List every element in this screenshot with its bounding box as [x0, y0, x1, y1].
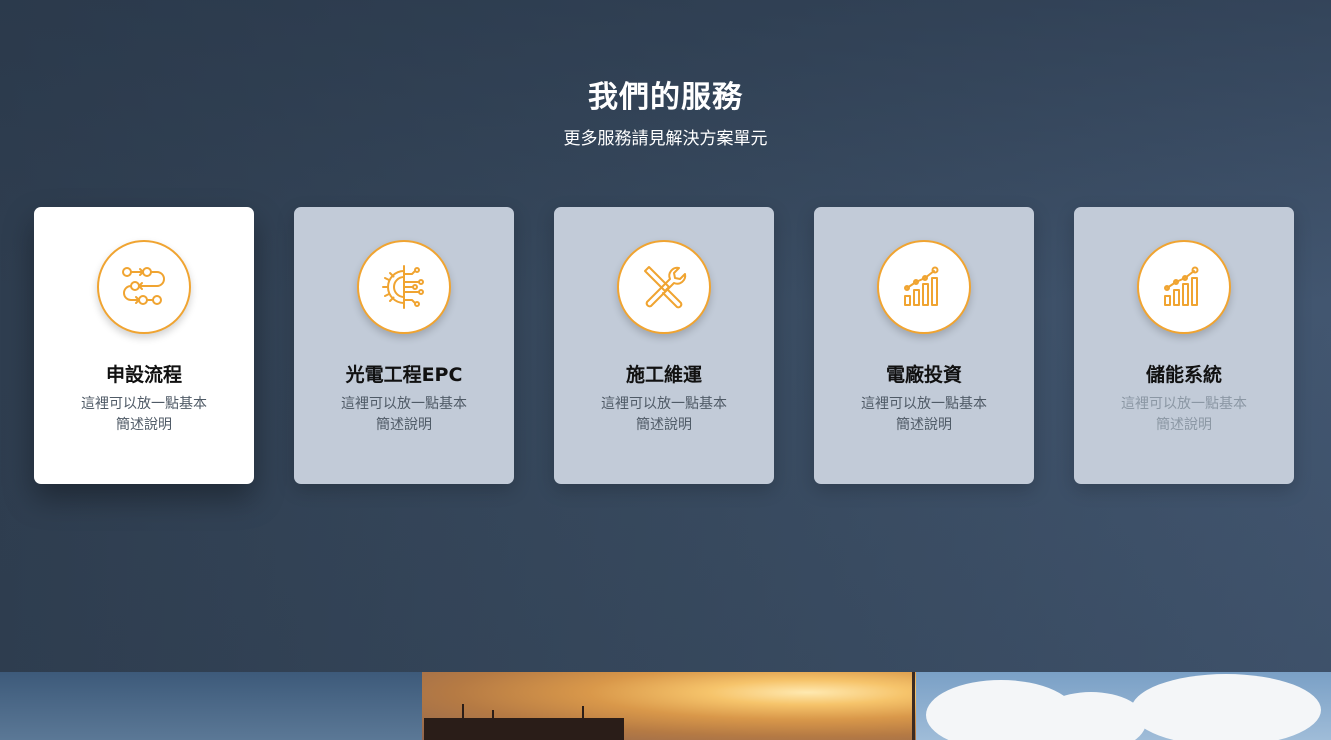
card-title: 申設流程 — [105, 364, 182, 386]
card-title: 施工維運 — [625, 364, 702, 386]
pole — [912, 672, 915, 740]
sky-photo — [0, 672, 422, 740]
antenna — [462, 704, 464, 720]
antenna — [492, 710, 494, 720]
photo-strip — [0, 672, 1331, 740]
wrench-screwdriver-icon — [644, 266, 687, 309]
service-cards: 申設流程 這裡可以放一點基本 簡述說明 光電工程EPC 這裡可以放一點基本 簡述… — [34, 207, 1294, 484]
service-card-energy-storage[interactable]: 儲能系統 這裡可以放一點基本 簡述說明 — [1074, 207, 1294, 484]
card-title: 儲能系統 — [1145, 364, 1222, 386]
cloud — [1036, 692, 1146, 740]
gear-circuit-icon — [382, 265, 424, 309]
growth-chart-icon — [1164, 266, 1199, 306]
card-description-line: 這裡可以放一點基本 — [861, 396, 987, 412]
card-description-line: 這裡可以放一點基本 — [601, 396, 727, 412]
growth-chart-icon — [904, 266, 939, 306]
card-description-line: 這裡可以放一點基本 — [81, 396, 207, 412]
service-card-construction-om[interactable]: 施工維運 這裡可以放一點基本 簡述說明 — [554, 207, 774, 484]
antenna — [582, 706, 584, 720]
cloud — [1131, 674, 1321, 740]
card-description: 這裡可以放一點基本 簡述說明 — [334, 394, 474, 436]
card-description-line: 這裡可以放一點基本 — [341, 396, 467, 412]
icon-badge — [877, 240, 971, 334]
card-description-line: 簡述說明 — [376, 417, 432, 433]
card-description: 這裡可以放一點基本 簡述說明 — [594, 394, 734, 436]
card-description: 這裡可以放一點基本 簡述說明 — [74, 394, 214, 436]
card-description-line: 簡述說明 — [116, 417, 172, 433]
service-card-application-process[interactable]: 申設流程 這裡可以放一點基本 簡述說明 — [34, 207, 254, 484]
process-flow-icon — [122, 267, 165, 305]
card-description: 這裡可以放一點基本 簡述說明 — [1114, 394, 1254, 436]
card-description-line: 簡述說明 — [636, 417, 692, 433]
service-card-plant-investment[interactable]: 電廠投資 這裡可以放一點基本 簡述說明 — [814, 207, 1034, 484]
icon-badge — [97, 240, 191, 334]
icon-badge — [617, 240, 711, 334]
card-title: 光電工程EPC — [345, 364, 463, 386]
section-title: 我們的服務 — [588, 80, 743, 115]
card-description-line: 這裡可以放一點基本 — [1121, 396, 1247, 412]
section-subtitle: 更多服務請見解決方案單元 — [563, 129, 768, 149]
services-section: 我們的服務 更多服務請見解決方案單元 申設流程 這裡可以放一點基本 簡述說明 光… — [0, 0, 1331, 672]
service-card-pv-epc[interactable]: 光電工程EPC 這裡可以放一點基本 簡述說明 — [294, 207, 514, 484]
icon-badge — [357, 240, 451, 334]
cloud-sky-photo — [916, 672, 1331, 740]
icon-badge — [1137, 240, 1231, 334]
sunset-building-photo — [422, 672, 916, 740]
card-description-line: 簡述說明 — [1156, 417, 1212, 433]
card-description-line: 簡述說明 — [896, 417, 952, 433]
card-description: 這裡可以放一點基本 簡述說明 — [854, 394, 994, 436]
building-silhouette — [424, 718, 624, 740]
page: 我們的服務 更多服務請見解決方案單元 申設流程 這裡可以放一點基本 簡述說明 光… — [0, 0, 1331, 740]
card-title: 電廠投資 — [885, 364, 962, 386]
